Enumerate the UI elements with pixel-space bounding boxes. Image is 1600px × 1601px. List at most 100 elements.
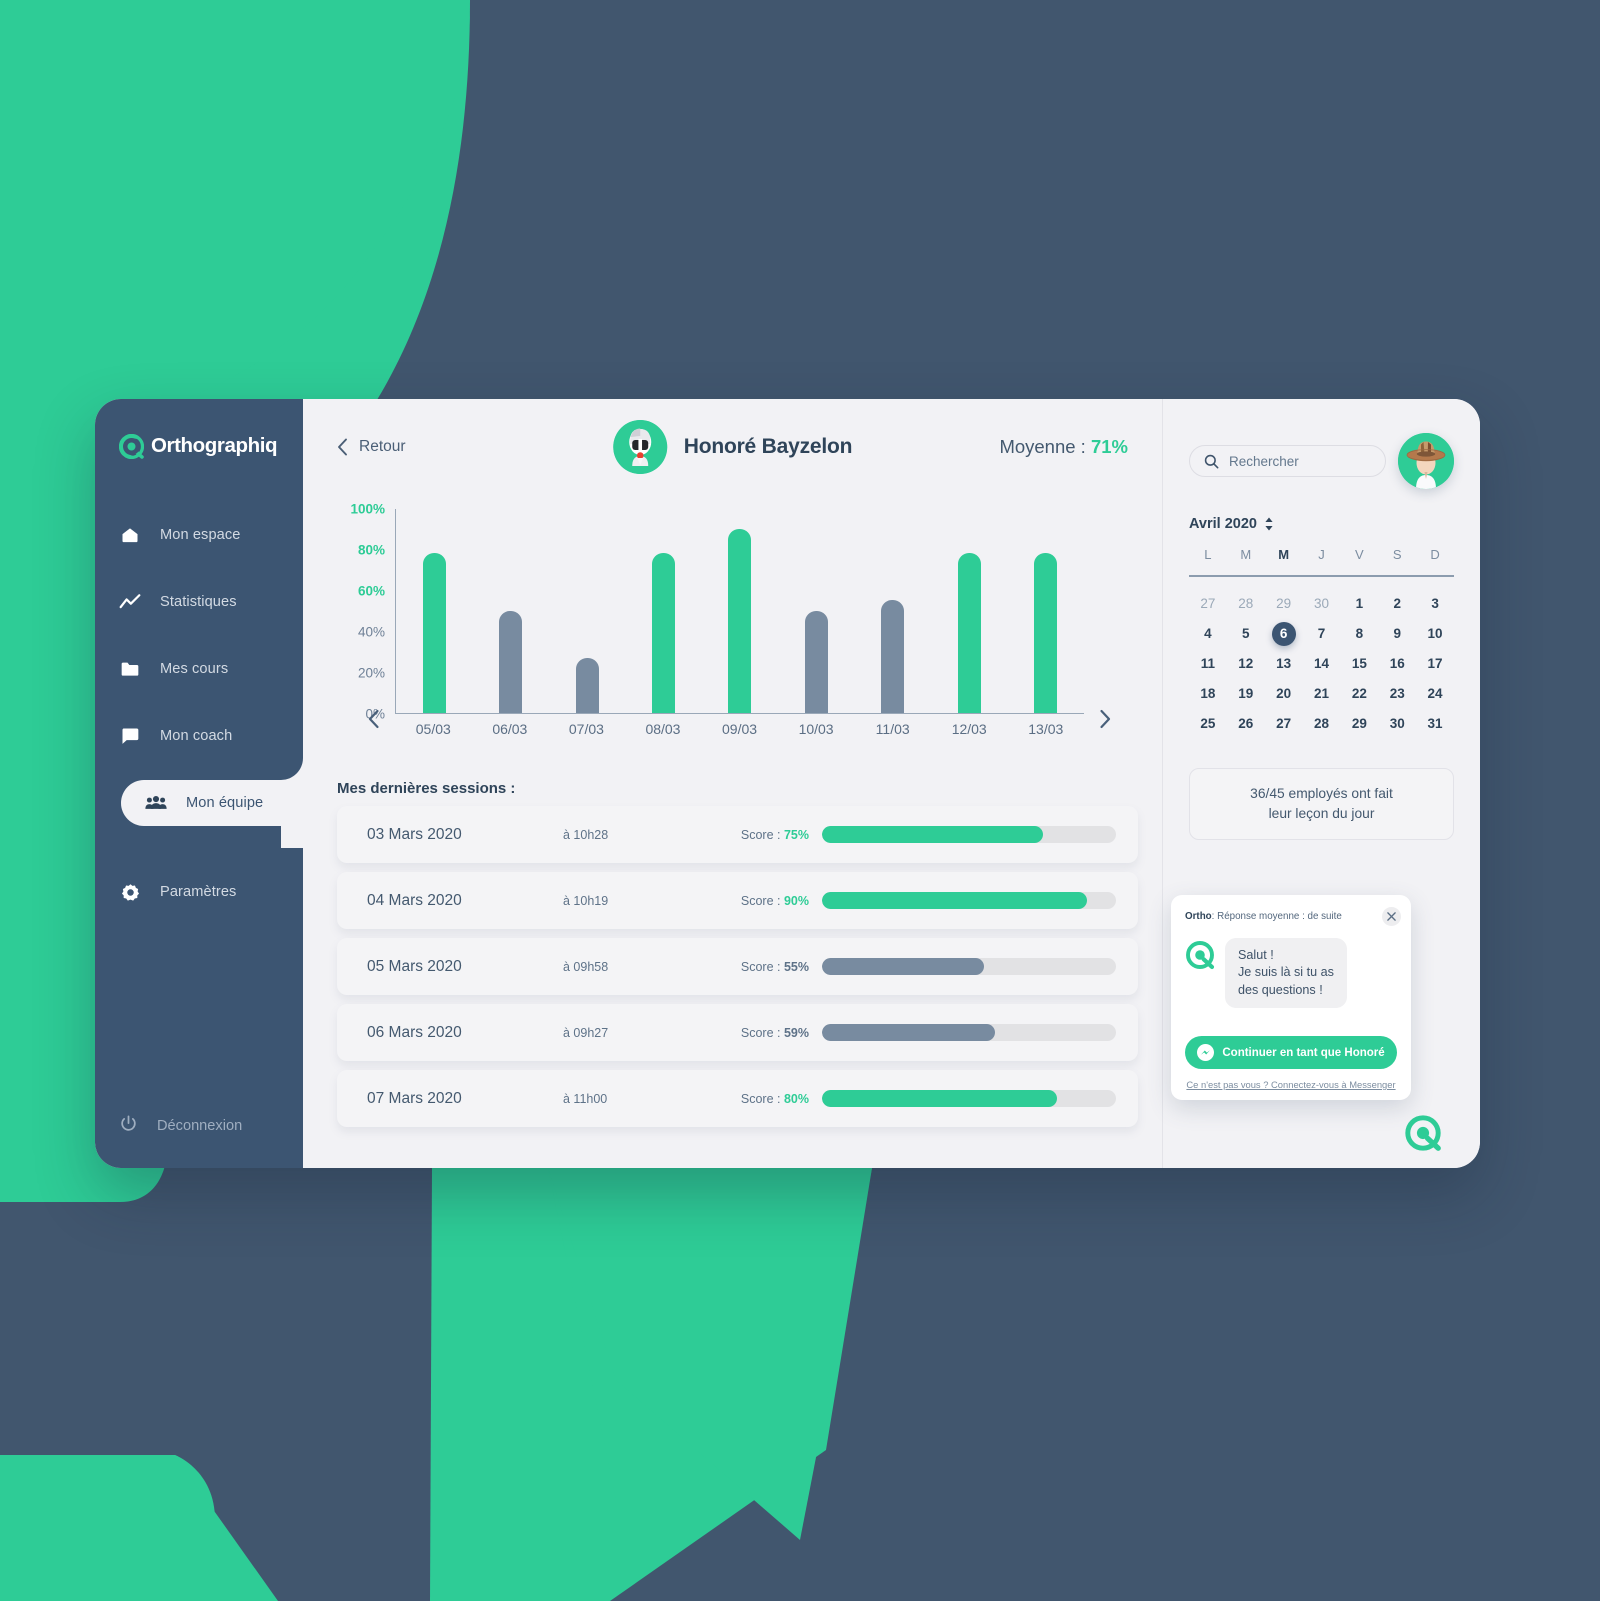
- calendar-day[interactable]: 16: [1378, 652, 1416, 676]
- back-button[interactable]: Retour: [337, 438, 406, 456]
- calendar-day[interactable]: 26: [1227, 712, 1265, 736]
- calendar-day[interactable]: 13: [1265, 652, 1303, 676]
- average-display: Moyenne : 71%: [999, 436, 1128, 458]
- messenger-body: Salut ! Je suis là si tu as des question…: [1171, 931, 1411, 1025]
- session-row[interactable]: 04 Mars 2020 à 10h19 Score : 90%: [337, 872, 1138, 929]
- calendar-day[interactable]: 25: [1189, 712, 1227, 736]
- sidebar-item-deconnexion[interactable]: Déconnexion: [95, 1106, 242, 1146]
- calendar-day[interactable]: 1: [1340, 592, 1378, 616]
- calendar-day[interactable]: 2: [1378, 592, 1416, 616]
- search-input[interactable]: Rechercher: [1189, 445, 1386, 477]
- session-progress-track: [822, 826, 1116, 843]
- chart-prev-button[interactable]: [367, 709, 380, 734]
- calendar-day[interactable]: 22: [1340, 682, 1378, 706]
- sidebar-item-mon-espace[interactable]: Mon espace: [95, 512, 303, 558]
- chat-bubble-icon: [119, 725, 141, 747]
- chart-next-button[interactable]: [1099, 709, 1112, 734]
- calendar-day[interactable]: 28: [1227, 592, 1265, 616]
- calendar-day[interactable]: 14: [1303, 652, 1341, 676]
- calendar-month-label: Avril 2020: [1189, 516, 1257, 532]
- calendar-day[interactable]: 24: [1416, 682, 1454, 706]
- chart-bar-slot: [396, 509, 472, 713]
- continue-as-user-button[interactable]: Continuer en tant que Honoré: [1185, 1036, 1397, 1069]
- calendar-day[interactable]: 18: [1189, 682, 1227, 706]
- main-content: Retour Honoré Bayzelon Moyenne: 71% 100…: [303, 399, 1162, 1168]
- chart-bar[interactable]: [1034, 553, 1058, 713]
- calendar-day[interactable]: 9: [1378, 622, 1416, 646]
- calendar-day[interactable]: 7: [1303, 622, 1341, 646]
- chart-bar[interactable]: [728, 528, 752, 713]
- session-row[interactable]: 05 Mars 2020 à 09h58 Score : 55%: [337, 938, 1138, 995]
- gear-icon: [119, 881, 141, 903]
- calendar-day[interactable]: 11: [1189, 652, 1227, 676]
- calendar-day-selected[interactable]: 6: [1271, 621, 1296, 646]
- calendar-day[interactable]: 10: [1416, 622, 1454, 646]
- calendar-day[interactable]: 31: [1416, 712, 1454, 736]
- chart-bar-slot: [778, 509, 854, 713]
- calendar-day-of-week: V: [1355, 547, 1364, 562]
- calendar-day[interactable]: 8: [1340, 622, 1378, 646]
- helmet-avatar: [612, 420, 667, 474]
- chart-bar[interactable]: [881, 600, 905, 713]
- sidebar-item-label: Mon équipe: [186, 795, 264, 811]
- calendar-day[interactable]: 28: [1303, 712, 1341, 736]
- cowboy-avatar: [1398, 433, 1454, 489]
- session-score: Score : 80%: [737, 1092, 809, 1106]
- calendar-month-selector[interactable]: Avril 2020: [1189, 516, 1454, 532]
- avatar[interactable]: [612, 420, 667, 474]
- chart-x-tick: 05/03: [415, 721, 451, 737]
- session-score-prefix: Score :: [740, 893, 781, 908]
- chart-bar[interactable]: [422, 553, 446, 713]
- session-row[interactable]: 06 Mars 2020 à 09h27 Score : 59%: [337, 1004, 1138, 1061]
- calendar-day[interactable]: 21: [1303, 682, 1341, 706]
- calendar-day[interactable]: 30: [1303, 592, 1341, 616]
- session-time: à 10h19: [563, 893, 609, 908]
- app-window: Orthographiq Mon espace Statistiques Mes: [95, 399, 1480, 1168]
- calendar-day[interactable]: 3: [1416, 592, 1454, 616]
- calendar-day[interactable]: 19: [1227, 682, 1265, 706]
- calendar-day[interactable]: 29: [1340, 712, 1378, 736]
- chart-bar[interactable]: [957, 553, 981, 713]
- calendar-day[interactable]: 12: [1227, 652, 1265, 676]
- chart-section: 100% 80% 60% 40% 20% 0% 05/03 06/03 07/03 08/03 0…: [303, 495, 1162, 744]
- calendar-day[interactable]: 17: [1416, 652, 1454, 676]
- session-score-prefix: Score :: [740, 1025, 781, 1040]
- chat-fab-button[interactable]: [1404, 1114, 1442, 1152]
- messenger-login-link[interactable]: Ce n'est pas vous ? Connectez-vous à Mes…: [1185, 1079, 1397, 1090]
- session-score: Score : 59%: [737, 1026, 809, 1040]
- session-row[interactable]: 03 Mars 2020 à 10h28 Score : 75%: [337, 806, 1138, 863]
- session-progress-track: [822, 1090, 1116, 1107]
- chart-y-tick: 80%: [357, 542, 385, 558]
- calendar-day[interactable]: 30: [1378, 712, 1416, 736]
- close-button[interactable]: [1382, 906, 1401, 926]
- messenger-sender: Ortho: [1185, 910, 1212, 922]
- sidebar-item-statistiques[interactable]: Statistiques: [95, 579, 303, 625]
- calendar-day[interactable]: 4: [1189, 622, 1227, 646]
- chart-bar[interactable]: [499, 610, 523, 713]
- people-icon: [145, 792, 167, 814]
- sidebar-item-mon-coach[interactable]: Mon coach: [95, 713, 303, 759]
- sidebar-item-mon-equipe[interactable]: Mon équipe: [121, 758, 303, 848]
- calendar-day[interactable]: 27: [1265, 712, 1303, 736]
- calendar-day[interactable]: 5: [1227, 622, 1265, 646]
- calendar-day[interactable]: 15: [1340, 652, 1378, 676]
- user-avatar[interactable]: [1398, 433, 1454, 489]
- calendar-day[interactable]: 27: [1189, 592, 1227, 616]
- calendar-day[interactable]: 20: [1265, 682, 1303, 706]
- app-logo[interactable]: Orthographiq: [95, 426, 303, 466]
- calendar-day[interactable]: 29: [1265, 592, 1303, 616]
- session-score-value: 75%: [783, 827, 809, 842]
- chart-bar[interactable]: [804, 610, 828, 713]
- session-progress-fill: [822, 1024, 996, 1041]
- session-row[interactable]: 07 Mars 2020 à 11h00 Score : 80%: [337, 1070, 1138, 1127]
- chart-bar[interactable]: [652, 553, 676, 713]
- main-topbar: Retour Honoré Bayzelon Moyenne: 71%: [303, 399, 1162, 495]
- sidebar-item-label: Mes cours: [160, 661, 229, 677]
- folder-icon: [119, 658, 141, 680]
- sidebar-item-parametres[interactable]: Paramètres: [95, 869, 303, 915]
- sidebar-item-mes-cours[interactable]: Mes cours: [95, 646, 303, 692]
- calendar-day[interactable]: 23: [1378, 682, 1416, 706]
- chart-bar[interactable]: [575, 657, 599, 713]
- session-score-value: 55%: [783, 959, 809, 974]
